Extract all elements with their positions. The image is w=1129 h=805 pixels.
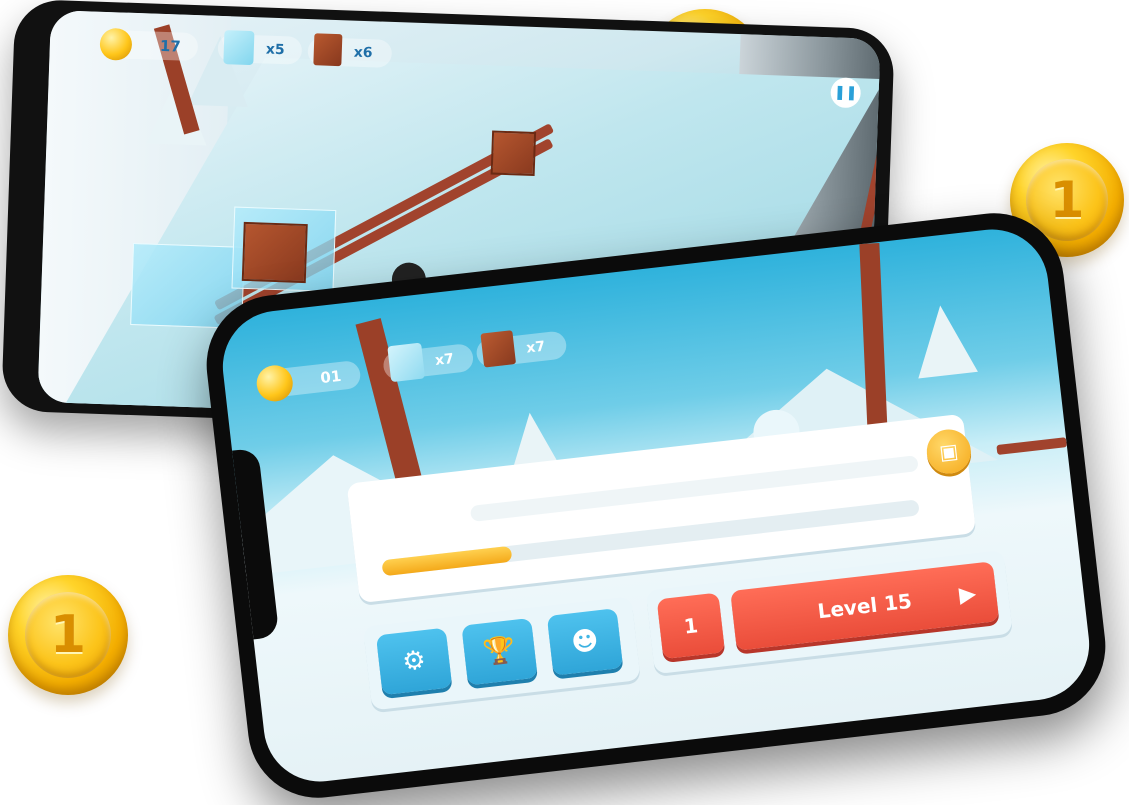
coin-icon [254,363,295,404]
ice-cube-icon [387,342,426,383]
ice-cube-icon [223,30,255,66]
level-number-badge: 1 [656,592,726,660]
crate-counter: x7 [475,330,568,369]
leaderboard-button[interactable]: 🏆 [461,617,538,686]
trophy-icon: 🏆 [481,634,518,669]
level-number: 1 [682,613,700,639]
settings-button[interactable]: ⚙ [375,627,453,696]
front-phone: 01 x7 x7 ▣ ⚙ 🏆 ☻ 1 Level 15 ▶ [199,205,1113,805]
crate-count: x6 [353,44,373,62]
coin-icon [99,27,133,61]
coin-count: 01 [319,366,343,388]
wooden-crate [241,221,308,284]
ice-counter: x5 [217,30,303,66]
front-phone-screen: 01 x7 x7 ▣ ⚙ 🏆 ☻ 1 Level 15 ▶ [216,223,1096,788]
play-icon: ▶ [957,580,978,608]
coin-decoration-left: 1 [8,575,128,695]
coin-glyph: 1 [49,605,87,665]
ice-counter: x7 [381,342,475,383]
gift-box-icon: ▣ [938,438,960,465]
fence-rail [996,437,1068,456]
coin-count: 17 [159,36,182,56]
character-button[interactable]: ☻ [546,608,624,676]
play-level-button[interactable]: Level 15 ▶ [730,561,1000,651]
crate-icon [480,330,517,368]
level-progress-fill [381,545,513,577]
character-face-icon: ☻ [569,625,601,659]
ice-count: x5 [265,41,285,59]
ice-count: x7 [434,350,455,370]
play-button-tray: 1 Level 15 ▶ [645,549,1013,675]
crate-counter: x6 [307,33,393,68]
coin-counter: 17 [99,27,199,62]
menu-button-tray: ⚙ 🏆 ☻ [362,596,641,711]
wooden-crate [490,130,537,176]
crate-icon [313,33,343,67]
snowy-tree [910,302,978,379]
gear-icon: ⚙ [400,645,428,678]
coin-counter: 01 [254,359,362,404]
pause-icon: ❚❚ [833,84,858,102]
play-button-label: Level 15 [816,588,914,624]
crate-count: x7 [525,338,546,357]
level-progress-bar [381,499,920,577]
